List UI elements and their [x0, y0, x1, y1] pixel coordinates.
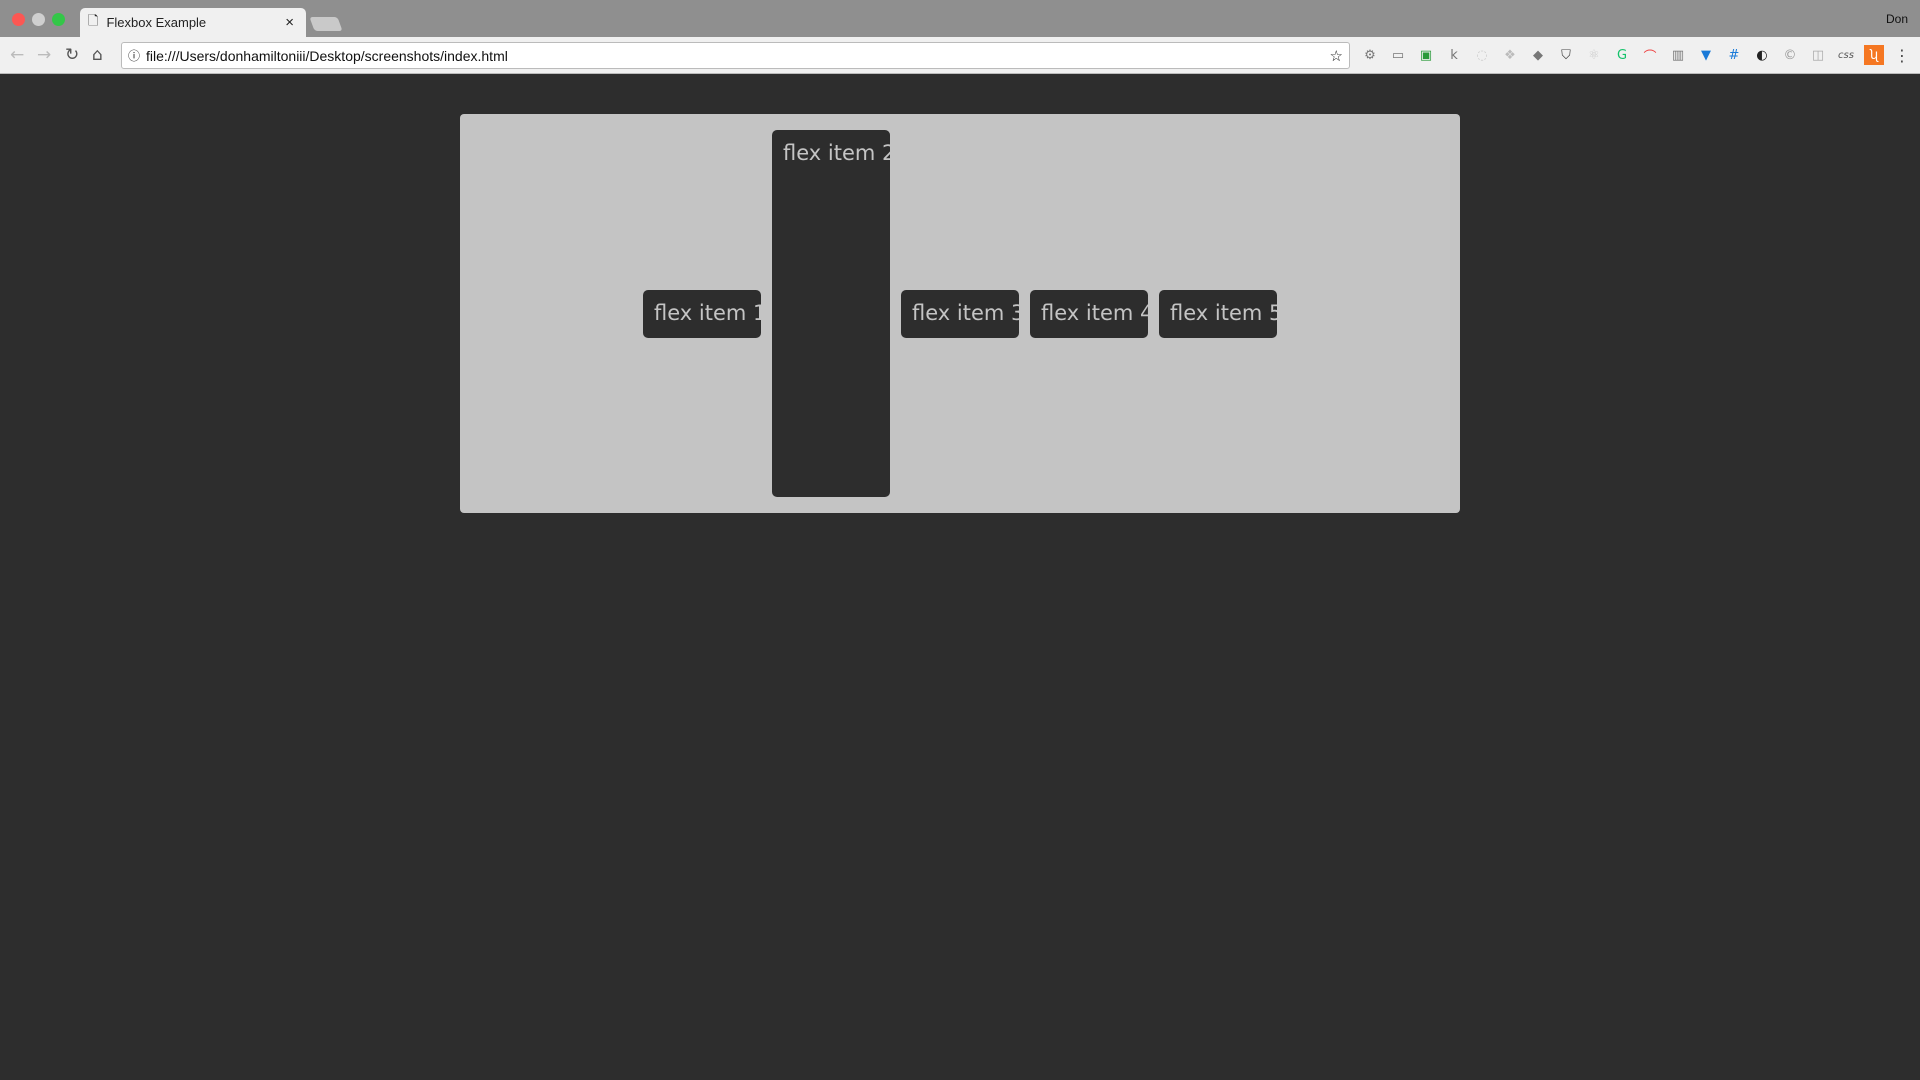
- gear-icon[interactable]: ⚙: [1360, 45, 1380, 65]
- page-icon: 🗋: [88, 12, 99, 28]
- forward-icon[interactable]: →: [37, 45, 51, 65]
- pocket-icon[interactable]: ⛉: [1556, 45, 1576, 65]
- menu-icon[interactable]: ⋮: [1892, 45, 1912, 65]
- new-tab-button[interactable]: [309, 17, 343, 31]
- tab-content[interactable]: 🗋 Flexbox Example ×: [88, 8, 298, 37]
- robot-icon[interactable]: ▣: [1416, 45, 1436, 65]
- css-icon[interactable]: css: [1836, 45, 1856, 65]
- book-icon[interactable]: ▥: [1668, 45, 1688, 65]
- screenshot-icon[interactable]: ▭: [1388, 45, 1408, 65]
- profile-name[interactable]: Don: [1886, 12, 1908, 26]
- react-icon[interactable]: ⚛: [1584, 45, 1604, 65]
- back-icon[interactable]: ←: [10, 45, 24, 65]
- close-window-button[interactable]: [12, 13, 25, 26]
- flex-container: flex item 1 flex item 2 flex item 3 flex…: [460, 114, 1460, 513]
- url-text: file:///Users/donhamiltoniii/Desktop/scr…: [146, 47, 508, 64]
- reload-icon[interactable]: ↻: [65, 45, 79, 65]
- c-icon[interactable]: ©: [1780, 45, 1800, 65]
- v-icon[interactable]: ▼: [1696, 45, 1716, 65]
- contrast-icon[interactable]: ◐: [1752, 45, 1772, 65]
- k-icon[interactable]: k: [1444, 45, 1464, 65]
- minimize-window-button[interactable]: [32, 13, 45, 26]
- tab-bar: 🗋 Flexbox Example × Don: [0, 0, 1920, 38]
- maximize-window-button[interactable]: [52, 13, 65, 26]
- hubspot-icon[interactable]: ʯ: [1864, 45, 1884, 65]
- layers-icon[interactable]: ◆: [1528, 45, 1548, 65]
- close-tab-icon[interactable]: ×: [285, 14, 294, 31]
- flex-item-1: flex item 1: [643, 289, 766, 338]
- grammarly-icon[interactable]: G: [1612, 45, 1632, 65]
- info-icon: ⓘ: [128, 49, 141, 63]
- u-icon[interactable]: ◫: [1808, 45, 1828, 65]
- flex-item-5: flex item 5: [1159, 289, 1282, 338]
- browser-toolbar: ← → ↻ ⌂ ⓘ file:///Users/donhamiltoniii/D…: [0, 37, 1920, 74]
- flex-item-2: flex item 2: [772, 130, 895, 497]
- flex-item-3: flex item 3: [901, 289, 1024, 338]
- flex-item-4: flex item 4: [1030, 289, 1153, 338]
- home-icon[interactable]: ⌂: [92, 45, 103, 65]
- circle-icon[interactable]: ◌: [1472, 45, 1492, 65]
- grid-icon[interactable]: #: [1724, 45, 1744, 65]
- rainbow-icon[interactable]: ⌒: [1640, 45, 1660, 65]
- dropbox-icon[interactable]: ❖: [1500, 45, 1520, 65]
- bookmark-star-icon[interactable]: ☆: [1330, 47, 1343, 65]
- address-bar[interactable]: ⓘ file:///Users/donhamiltoniii/Desktop/s…: [121, 42, 1350, 69]
- tab-title: Flexbox Example: [106, 15, 207, 30]
